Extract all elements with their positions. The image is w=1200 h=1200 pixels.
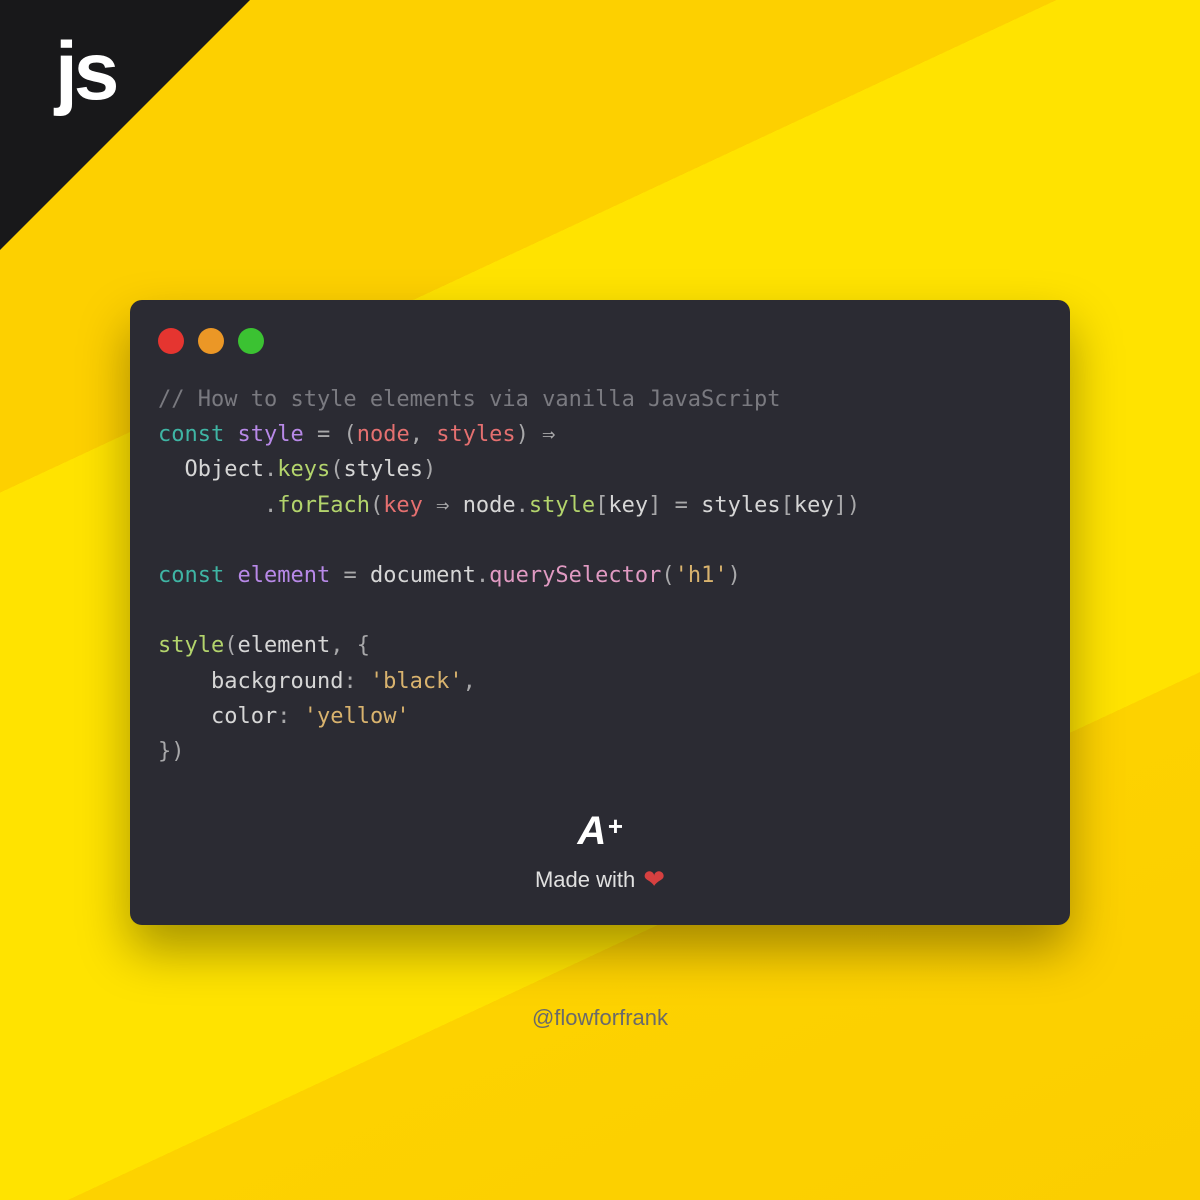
tk: style — [158, 633, 224, 658]
tk: . — [476, 563, 489, 588]
tk: ( — [661, 563, 674, 588]
made-with-label: Made with ❤ — [535, 864, 665, 895]
tk: element — [237, 563, 330, 588]
tk: key — [608, 493, 648, 518]
tk: forEach — [277, 493, 370, 518]
tk: styles — [701, 493, 780, 518]
traffic-lights — [158, 328, 1042, 354]
tk: querySelector — [489, 563, 661, 588]
minimize-icon[interactable] — [198, 328, 224, 354]
tk: ( — [370, 493, 383, 518]
close-icon[interactable] — [158, 328, 184, 354]
tk: ) — [171, 739, 184, 764]
tk: const — [158, 563, 224, 588]
tk: [ — [781, 493, 794, 518]
tk: node — [463, 493, 516, 518]
tk: = — [330, 563, 370, 588]
tk: ) — [728, 563, 741, 588]
tk: style — [529, 493, 595, 518]
tk: 'yellow' — [304, 704, 410, 729]
tk — [158, 493, 264, 518]
tk: ( — [343, 422, 356, 447]
tk: [ — [595, 493, 608, 518]
tk: . — [264, 457, 277, 482]
code-window: // How to style elements via vanilla Jav… — [130, 300, 1070, 925]
aplus-logo: A + — [577, 809, 622, 854]
code-block: // How to style elements via vanilla Jav… — [158, 382, 1042, 769]
tk: : — [343, 669, 370, 694]
tk: ( — [330, 457, 343, 482]
maximize-icon[interactable] — [238, 328, 264, 354]
tk: key — [794, 493, 834, 518]
tk: const — [158, 422, 224, 447]
tk: styles — [436, 422, 515, 447]
tk: , — [410, 422, 437, 447]
tk: . — [264, 493, 277, 518]
tk: document — [370, 563, 476, 588]
window-footer: A + Made with ❤ — [158, 809, 1042, 895]
tk: , — [463, 669, 476, 694]
tk: ⇒ — [529, 422, 556, 447]
tk: = — [304, 422, 344, 447]
tk — [158, 704, 211, 729]
attribution-handle: @flowforfrank — [0, 1005, 1200, 1031]
tk: } — [158, 739, 171, 764]
tk: ) — [423, 457, 436, 482]
tk: ⇒ — [423, 493, 463, 518]
tk: , — [330, 633, 357, 658]
logo-a: A — [577, 809, 604, 854]
tk: Object — [185, 457, 264, 482]
tk: : — [277, 704, 304, 729]
tk: node — [357, 422, 410, 447]
tk: background — [211, 669, 343, 694]
tk: element — [237, 633, 330, 658]
tk: color — [211, 704, 277, 729]
tk — [158, 669, 211, 694]
tk: keys — [277, 457, 330, 482]
tk — [158, 457, 185, 482]
tk: { — [357, 633, 370, 658]
tk: key — [383, 493, 423, 518]
tk: ) — [847, 493, 860, 518]
js-badge: js — [55, 25, 115, 119]
tk: 'h1' — [675, 563, 728, 588]
tk: styles — [343, 457, 422, 482]
logo-plus: + — [607, 811, 622, 842]
tk: style — [237, 422, 303, 447]
heart-icon: ❤ — [643, 864, 665, 895]
tk: = — [661, 493, 701, 518]
tk: ( — [224, 633, 237, 658]
tk: ] — [648, 493, 661, 518]
tk: . — [516, 493, 529, 518]
tk: ) — [516, 422, 529, 447]
corner-triangle — [0, 0, 250, 250]
tk: 'black' — [370, 669, 463, 694]
code-comment: // How to style elements via vanilla Jav… — [158, 387, 781, 412]
tk: ] — [834, 493, 847, 518]
made-with-text: Made with — [535, 867, 635, 893]
